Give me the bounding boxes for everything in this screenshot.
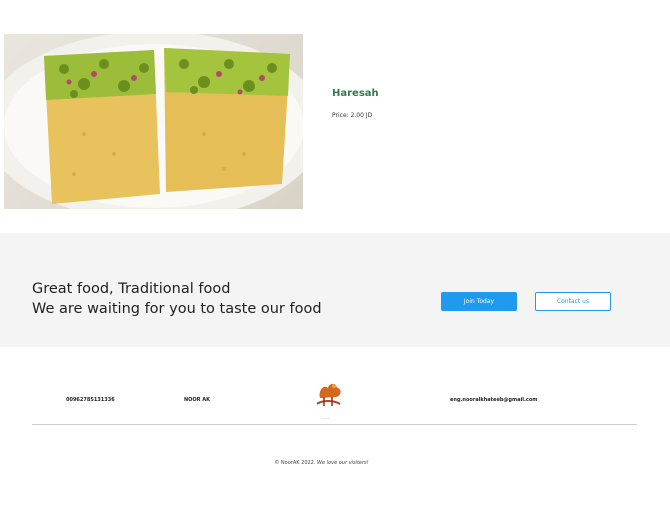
join-today-button[interactable]: Join Today	[441, 292, 517, 311]
product-price: Price: 2.00 JD	[332, 112, 373, 119]
cta-subline: We are waiting for you to taste our food	[32, 301, 322, 317]
logo-caption: ~~~	[322, 416, 330, 420]
contact-us-button[interactable]: Contact us	[535, 292, 611, 311]
footer-email[interactable]: eng.nooralkhateeb@gmail.com	[450, 397, 538, 403]
footer-phone[interactable]: 00962785131336	[66, 397, 115, 403]
product-name: Haresah	[332, 88, 379, 99]
dessert-logo-icon[interactable]	[312, 380, 344, 410]
copyright-tagline: We love our visiters!	[317, 460, 369, 466]
cta-banner: Great food, Traditional food We are wait…	[0, 233, 670, 347]
copyright-text: © NoorAK 2022. We love our visiters!	[0, 460, 643, 466]
footer-brand-name: NOOR AK	[184, 397, 211, 403]
product-image	[4, 34, 303, 209]
copyright-prefix: © NoorAK 2022.	[274, 460, 316, 466]
site-footer: 00962785131336 NOOR AK ~~~ eng.nooralkha…	[0, 347, 670, 508]
product-section: Haresah Price: 2.00 JD	[0, 0, 670, 233]
cta-headline: Great food, Traditional food	[32, 281, 231, 297]
footer-divider	[32, 424, 637, 425]
